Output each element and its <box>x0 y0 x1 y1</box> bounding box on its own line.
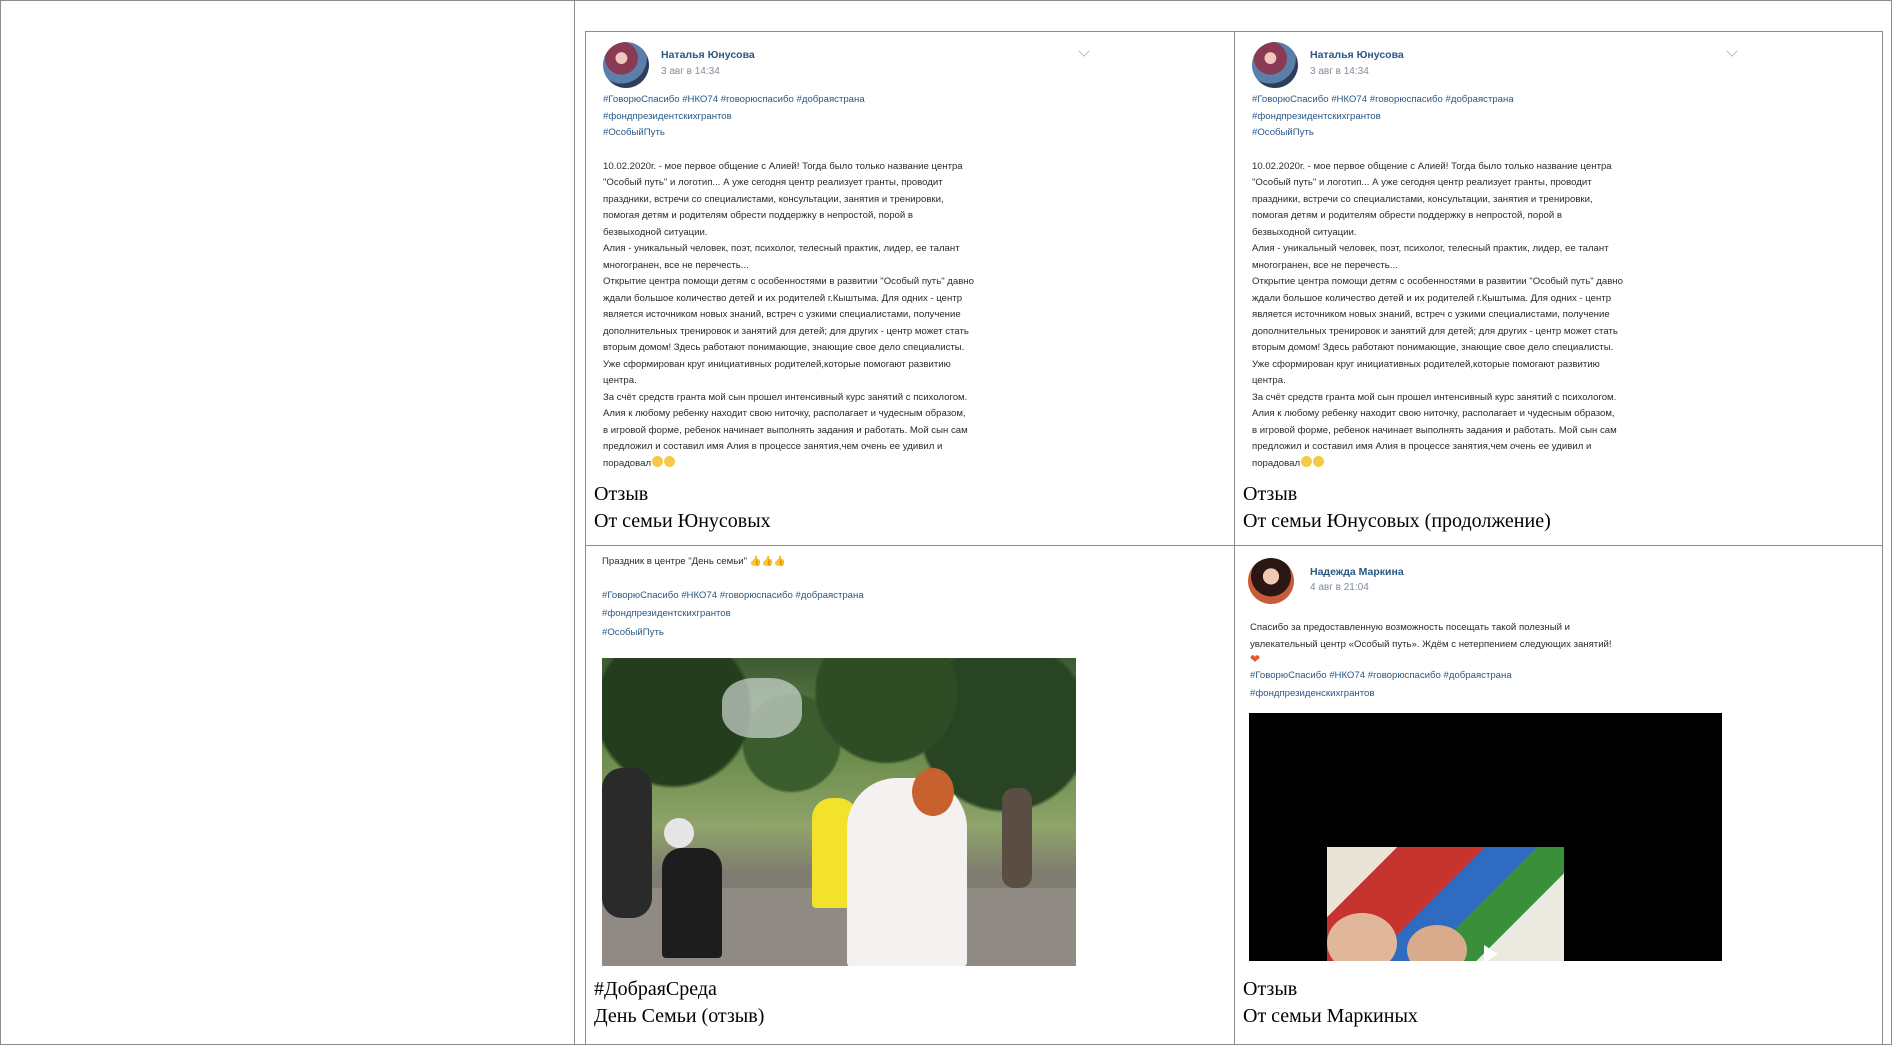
caption-title: Отзыв <box>1243 483 1298 505</box>
post-text: Праздник в центре "День семьи" 👍👍👍 <box>602 556 786 567</box>
avatar <box>603 42 649 88</box>
post-text: 10.02.2020г. - мое первое общение с Алие… <box>603 160 974 469</box>
post-date: 3 авг в 14:34 <box>1310 66 1369 77</box>
caption-subtitle: От семьи Юнусовых (продолжение) <box>1243 510 1551 532</box>
caption-title: #ДобраяСреда <box>594 978 717 1000</box>
post-hashtags: #ГоворюСпасибо #НКО74 #говорюспасибо #до… <box>602 589 864 638</box>
thumbs-up-icon: 👍👍👍 <box>749 556 786 567</box>
post-hashtags: #ГоворюСпасибо #НКО74 #говорюспасибо #до… <box>603 94 865 138</box>
post-hashtags: #ГоворюСпасибо #НКО74 #говорюспасибо #до… <box>1252 94 1514 138</box>
post-date: 4 авг в 21:04 <box>1310 582 1369 593</box>
review-cell-2: Наталья Юнусова 3 авг в 14:34 #ГоворюСпа… <box>1234 31 1883 546</box>
post-text: Спасибо за предоставленную возможность п… <box>1250 622 1612 650</box>
chevron-down-icon <box>1726 45 1738 57</box>
smile-emoji-icon <box>1313 455 1325 467</box>
video-preview[interactable] <box>1249 713 1722 961</box>
smile-emoji-icon <box>652 455 664 467</box>
post-author: Наталья Юнусова <box>661 49 755 61</box>
post-author: Надежда Маркина <box>1310 566 1404 578</box>
post-hashtags: #ГоворюСпасибо #НКО74 #говорюспасибо #до… <box>1250 670 1512 699</box>
vk-post-screenshot: Праздник в центре "День семьи" 👍👍👍 #Гово… <box>593 548 1227 642</box>
family-day-photo <box>602 658 1076 966</box>
post-text: 10.02.2020г. - мое первое общение с Алие… <box>1252 160 1623 469</box>
caption-title: Отзыв <box>1243 978 1298 1000</box>
caption-subtitle: От семьи Юнусовых <box>594 510 771 532</box>
heart-icon: ❤ <box>1250 652 1261 666</box>
caption-subtitle: День Семьи (отзыв) <box>594 1005 765 1027</box>
smile-emoji-icon <box>664 455 676 467</box>
caption-title: Отзыв <box>594 483 649 505</box>
smile-emoji-icon <box>1301 455 1313 467</box>
post-author: Наталья Юнусова <box>1310 49 1404 61</box>
reviews-table: Наталья Юнусова 3 авг в 14:34 #ГоворюСпа… <box>585 31 1883 1045</box>
post-date: 3 авг в 14:34 <box>661 66 720 77</box>
review-cell-4: Надежда Маркина 4 авг в 21:04 Спасибо за… <box>1234 545 1883 1045</box>
play-icon[interactable] <box>1484 945 1498 961</box>
avatar <box>1248 558 1294 604</box>
vk-post-screenshot: Наталья Юнусова 3 авг в 14:34 #ГоворюСпа… <box>1242 34 1875 472</box>
left-margin-column <box>0 0 575 1045</box>
review-cell-3: Праздник в центре "День семьи" 👍👍👍 #Гово… <box>585 545 1235 1045</box>
vk-post-screenshot: Наталья Юнусова 3 авг в 14:34 #ГоворюСпа… <box>593 34 1227 472</box>
caption-subtitle: От семьи Маркиных <box>1243 1005 1418 1027</box>
avatar <box>1252 42 1298 88</box>
vk-post-screenshot: Надежда Маркина 4 авг в 21:04 Спасибо за… <box>1242 548 1875 703</box>
review-cell-1: Наталья Юнусова 3 авг в 14:34 #ГоворюСпа… <box>585 31 1235 546</box>
chevron-down-icon <box>1078 45 1090 57</box>
